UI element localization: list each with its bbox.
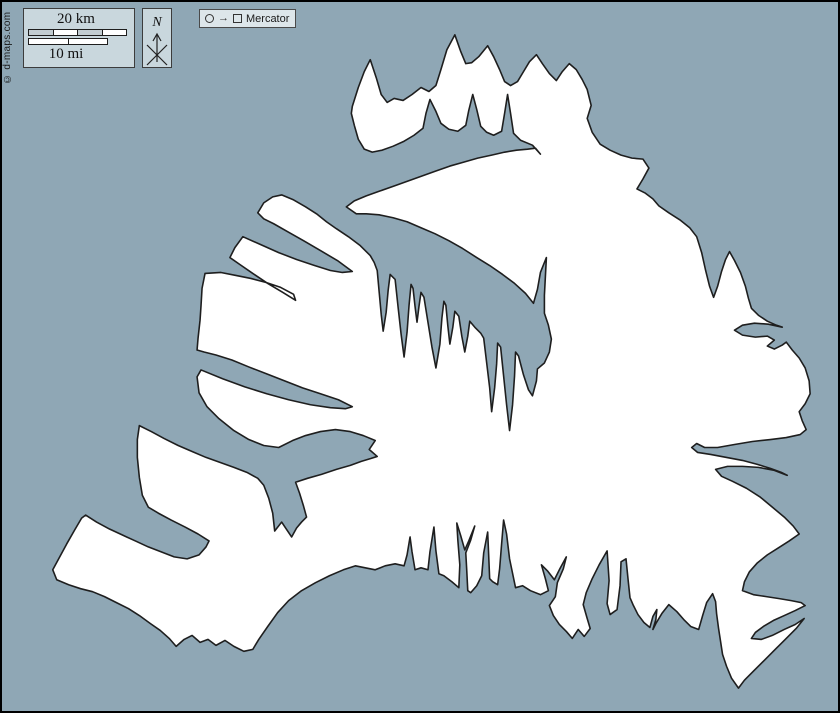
compass-n-label: N — [151, 15, 162, 30]
projection-chip: → Mercator — [199, 9, 296, 28]
scale-bar-segment — [54, 30, 79, 35]
scale-km-label: 20 km — [24, 11, 128, 27]
compass-panel: N — [142, 8, 172, 68]
copyright-notice: © d-maps.com — [2, 8, 13, 84]
map-canvas — [2, 2, 838, 711]
scale-bar-segment — [29, 30, 54, 35]
scale-km-bar — [28, 29, 127, 36]
right-arrow-icon: → — [218, 13, 229, 24]
scale-bar-segment — [69, 39, 108, 44]
scale-mi-bar — [28, 38, 108, 45]
map-page: 20 km 10 mi N → Mercator © d-maps.com — [0, 0, 840, 713]
projection-label: Mercator — [246, 13, 289, 25]
scale-bar-segment — [103, 30, 127, 35]
scale-mi-label: 10 mi — [24, 46, 108, 62]
circle-icon — [205, 14, 214, 23]
compass-star-icon — [147, 34, 167, 65]
scale-bar-segment — [78, 30, 103, 35]
scale-bar-segment — [29, 39, 69, 44]
scale-bar-panel: 20 km 10 mi — [23, 8, 135, 68]
north-arrow-icon: N — [143, 9, 171, 67]
square-icon — [233, 14, 242, 23]
